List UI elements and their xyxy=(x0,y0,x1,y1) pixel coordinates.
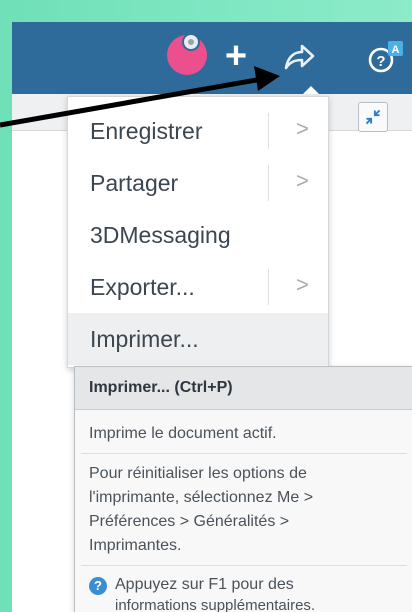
tooltip-divider xyxy=(81,565,407,566)
menu-item-enregistrer[interactable]: Enregistrer > xyxy=(68,105,328,157)
avatar-status-icon xyxy=(182,33,200,51)
svg-text:?: ? xyxy=(376,53,385,70)
chevron-right-icon[interactable]: > xyxy=(296,116,309,142)
tooltip-imprimer: Imprimer... (Ctrl+P) Imprime le document… xyxy=(74,366,412,612)
menu-item-imprimer[interactable]: Imprimer... xyxy=(68,313,328,365)
chevron-right-icon[interactable]: > xyxy=(296,168,309,194)
menu-item-partager[interactable]: Partager > xyxy=(68,157,328,209)
share-arrow-icon[interactable] xyxy=(282,42,316,72)
menu-item-exporter[interactable]: Exporter... > xyxy=(68,261,328,313)
menu-item-label: Imprimer... xyxy=(90,326,199,352)
chevron-right-icon[interactable]: > xyxy=(296,272,309,298)
tooltip-divider xyxy=(81,453,407,454)
menu-item-3dmessaging[interactable]: 3DMessaging xyxy=(68,209,328,261)
tooltip-description: Imprime le document actif. xyxy=(89,425,277,442)
collapse-icon[interactable] xyxy=(358,102,388,132)
menu-separator xyxy=(268,113,269,149)
top-toolbar: + ? A xyxy=(12,22,412,95)
tooltip-header: Imprimer... (Ctrl+P) xyxy=(75,367,412,410)
menu-separator xyxy=(268,165,269,201)
tooltip-text-line: Imprimantes. xyxy=(89,537,182,554)
share-menu: Enregistrer > Partager > 3DMessaging Exp… xyxy=(67,96,329,368)
tooltip-help-line: Appuyez sur F1 pour des xyxy=(115,576,294,593)
help-badge: A xyxy=(392,44,400,56)
menu-item-label: 3DMessaging xyxy=(90,222,231,248)
tooltip-text-line: Préférences > Généralités > xyxy=(89,513,290,530)
menu-item-label: Exporter... xyxy=(90,274,195,300)
help-icon[interactable]: ? A xyxy=(367,38,407,78)
tooltip-help-line: informations supplémentaires. xyxy=(115,597,316,612)
app-window: + ? A Enregistrer > Partager > 3DMessagi… xyxy=(12,22,412,612)
menu-item-label: Partager xyxy=(90,170,179,196)
tooltip-title: Imprimer... (Ctrl+P) xyxy=(89,379,233,396)
tooltip-text-line: Pour réinitialiser les options de xyxy=(89,465,307,482)
plus-icon[interactable]: + xyxy=(219,37,253,75)
menu-separator xyxy=(268,269,269,305)
tooltip-text-line: l'imprimante, sélectionnez Me > xyxy=(89,489,314,506)
menu-item-label: Enregistrer xyxy=(90,118,203,144)
help-icon: ? xyxy=(89,577,107,595)
